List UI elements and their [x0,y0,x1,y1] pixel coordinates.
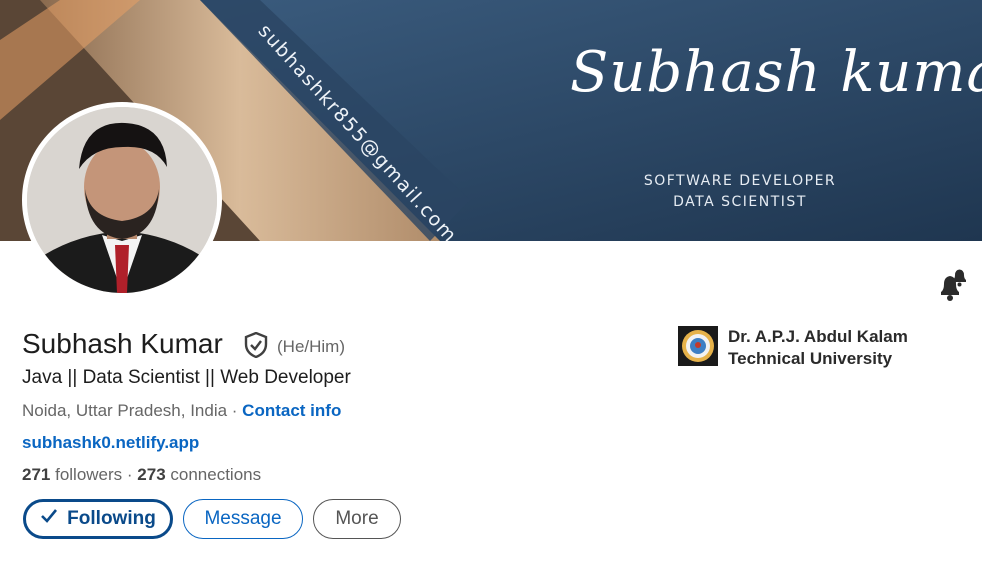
more-button[interactable]: More [313,499,401,539]
checkmark-icon [40,508,58,530]
profile-location: Noida, Uttar Pradesh, India [22,401,228,420]
cover-role-line-1: SOFTWARE DEVELOPER [643,173,837,189]
followers-stat[interactable]: 271 followers [22,465,122,484]
university-logo [678,326,718,366]
notification-bell-icon[interactable] [935,268,969,302]
followers-label: followers [50,465,123,484]
contact-info-link[interactable]: Contact info [242,401,341,420]
verified-shield-icon[interactable] [244,331,268,359]
message-button-label: Message [204,508,282,529]
cover-name-text: Subhash kumar [570,40,982,105]
profile-stats: 271 followers · 273 connections [22,465,261,485]
followers-count: 271 [22,465,51,484]
following-button-label: Following [67,508,156,529]
following-button[interactable]: Following [23,499,173,539]
profile-pronouns: (He/Him) [277,337,345,356]
location-separator: · [227,401,243,420]
connections-stat[interactable]: 273 connections [137,465,261,484]
education-entry[interactable]: Dr. A.P.J. Abdul Kalam Technical Univers… [678,326,928,370]
connections-count: 273 [137,465,166,484]
profile-name: Subhash Kumar [22,328,223,359]
connections-label: connections [165,465,262,484]
profile-avatar[interactable] [22,102,222,298]
more-button-label: More [335,508,379,529]
university-name: Dr. A.P.J. Abdul Kalam Technical Univers… [728,327,908,368]
website-link[interactable]: subhashk0.netlify.app [22,433,199,453]
profile-headline: Java || Data Scientist || Web Developer [22,367,351,388]
cover-role-line-2: DATA SCIENTIST [673,194,807,210]
stats-separator: · [122,465,138,484]
profile-location-line: Noida, Uttar Pradesh, India · Contact in… [22,401,341,421]
avatar-portrait [27,107,217,293]
message-button[interactable]: Message [183,499,303,539]
